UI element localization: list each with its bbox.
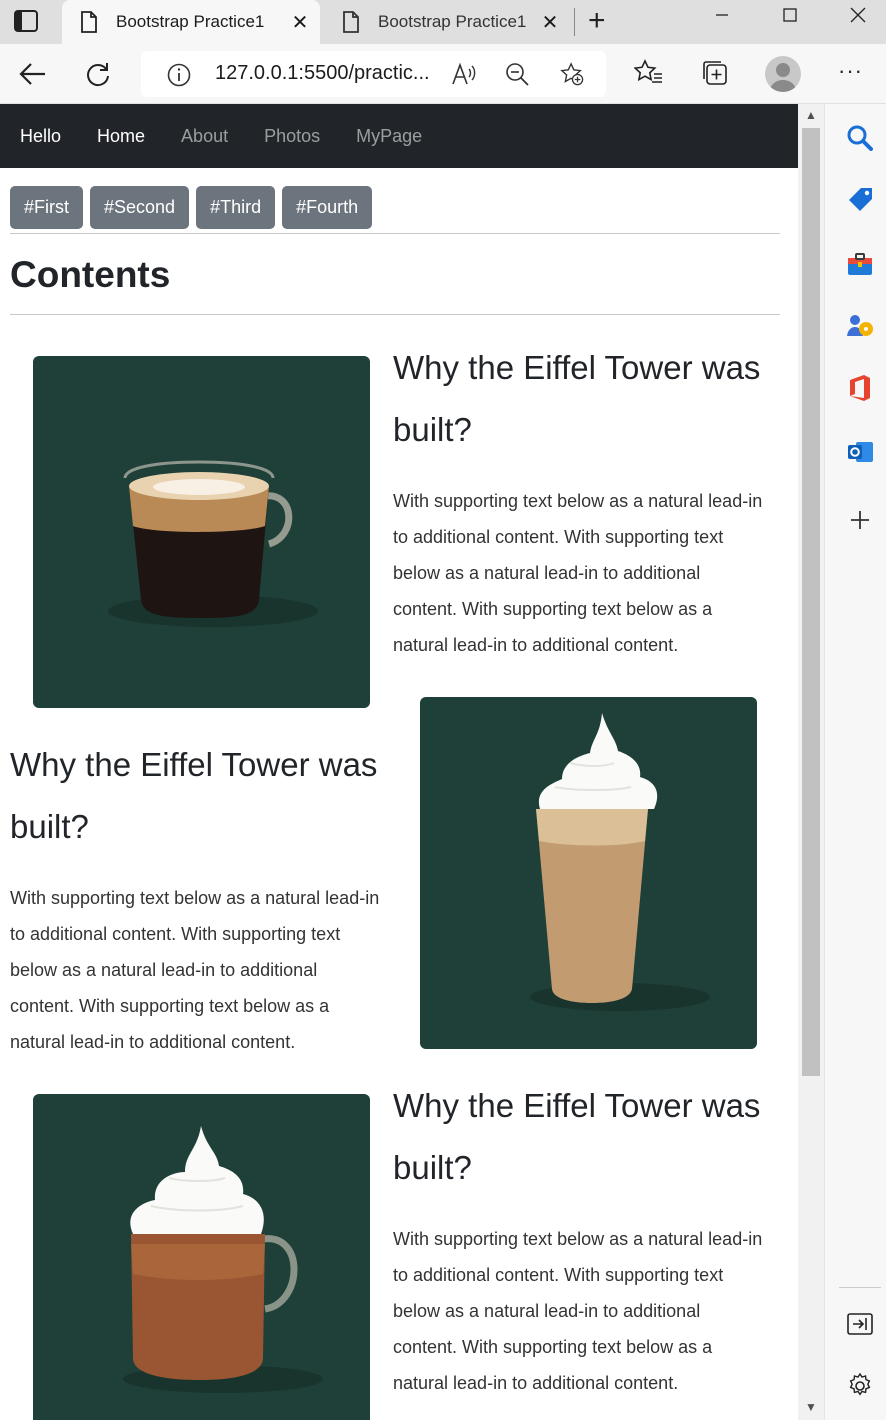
tab-divider xyxy=(574,8,575,36)
scroll-down-arrow-icon[interactable]: ▼ xyxy=(805,1400,817,1414)
refresh-icon[interactable] xyxy=(80,56,116,92)
tab-actions-icon[interactable] xyxy=(14,10,38,32)
collections-icon[interactable] xyxy=(700,58,730,88)
zoom-out-icon[interactable] xyxy=(505,62,531,86)
divider xyxy=(10,314,780,315)
browser-tab[interactable]: Bootstrap Practice1 ✕ xyxy=(324,0,570,44)
top-navbar: Hello Home About Photos MyPage xyxy=(0,104,798,168)
page-scrollbar[interactable]: ▲ ▼ xyxy=(798,104,824,1420)
card-title: Why the Eiffel Tower was built? xyxy=(393,349,761,448)
profile-avatar[interactable] xyxy=(765,56,801,92)
edge-sidebar xyxy=(824,104,886,1420)
sidebar-divider xyxy=(839,1287,881,1288)
page-icon xyxy=(343,11,359,33)
tools-icon[interactable] xyxy=(846,250,874,278)
url-text[interactable]: 127.0.0.1:5500/practic... xyxy=(215,62,445,85)
content-container: #First #Second #Third #Fourth Contents W… xyxy=(0,168,798,1420)
hot-chocolate-image xyxy=(33,1094,370,1420)
third-anchor-button[interactable]: #Third xyxy=(196,186,276,229)
section-title: Contents xyxy=(10,254,171,295)
settings-gear-icon[interactable] xyxy=(846,1372,874,1400)
browser-tab-active[interactable]: Bootstrap Practice1 ✕ xyxy=(62,0,320,44)
card-text: With supporting text below as a natural … xyxy=(10,888,380,1052)
address-toolbar: 127.0.0.1:5500/practic... ··· xyxy=(0,44,886,104)
iced-drink-image xyxy=(420,697,757,1049)
card-title: Why the Eiffel Tower was built? xyxy=(10,746,378,845)
card-body: Why the Eiffel Tower was built? With sup… xyxy=(10,734,386,1060)
shopping-tag-icon[interactable] xyxy=(846,186,874,214)
hide-sidebar-icon[interactable] xyxy=(846,1310,874,1338)
coffee-cup-image xyxy=(33,356,370,708)
card-text: With supporting text below as a natural … xyxy=(393,491,763,655)
first-anchor-button[interactable]: #First xyxy=(10,186,83,229)
new-tab-icon[interactable]: + xyxy=(588,4,606,38)
second-anchor-button[interactable]: #Second xyxy=(90,186,190,229)
close-tab-icon[interactable]: ✕ xyxy=(280,10,320,35)
site-info-icon[interactable] xyxy=(167,63,191,87)
scroll-thumb[interactable] xyxy=(802,128,820,1076)
office-icon[interactable] xyxy=(846,374,874,402)
read-aloud-icon[interactable] xyxy=(451,62,477,86)
tab-title: Bootstrap Practice1 xyxy=(378,12,527,31)
outlook-icon[interactable] xyxy=(846,438,874,466)
add-sidebar-app-icon[interactable] xyxy=(846,506,874,534)
scroll-up-arrow-icon[interactable]: ▲ xyxy=(805,108,817,122)
card-body: Why the Eiffel Tower was built? With sup… xyxy=(393,1075,769,1401)
fourth-anchor-button[interactable]: #Fourth xyxy=(282,186,373,229)
nav-link-about[interactable]: About xyxy=(181,126,228,147)
more-options-icon[interactable]: ··· xyxy=(838,58,863,84)
add-favorite-icon[interactable] xyxy=(559,62,585,86)
close-tab-icon[interactable]: ✕ xyxy=(530,10,570,35)
favorites-icon[interactable] xyxy=(634,58,664,88)
page-icon xyxy=(81,11,97,33)
card-title: Why the Eiffel Tower was built? xyxy=(393,1087,761,1186)
tab-title: Bootstrap Practice1 xyxy=(116,12,265,31)
anchor-button-group: #First #Second #Third #Fourth xyxy=(10,168,780,231)
close-window-icon[interactable] xyxy=(828,0,886,30)
nav-link-mypage[interactable]: MyPage xyxy=(356,126,422,147)
address-bar[interactable]: 127.0.0.1:5500/practic... xyxy=(141,51,606,97)
games-icon[interactable] xyxy=(846,312,874,340)
card-body: Why the Eiffel Tower was built? With sup… xyxy=(393,337,769,663)
nav-link-home[interactable]: Home xyxy=(97,126,145,147)
navbar-brand[interactable]: Hello xyxy=(20,126,61,147)
browser-tab-bar: Bootstrap Practice1 ✕ Bootstrap Practice… xyxy=(0,0,886,44)
back-icon[interactable] xyxy=(15,56,51,92)
page-viewport: Hello Home About Photos MyPage #First #S… xyxy=(0,104,798,1420)
search-icon[interactable] xyxy=(846,124,874,152)
card-text: With supporting text below as a natural … xyxy=(393,1229,763,1393)
nav-link-photos[interactable]: Photos xyxy=(264,126,320,147)
divider xyxy=(10,233,780,234)
maximize-icon[interactable] xyxy=(760,0,820,30)
minimize-icon[interactable] xyxy=(692,0,752,30)
